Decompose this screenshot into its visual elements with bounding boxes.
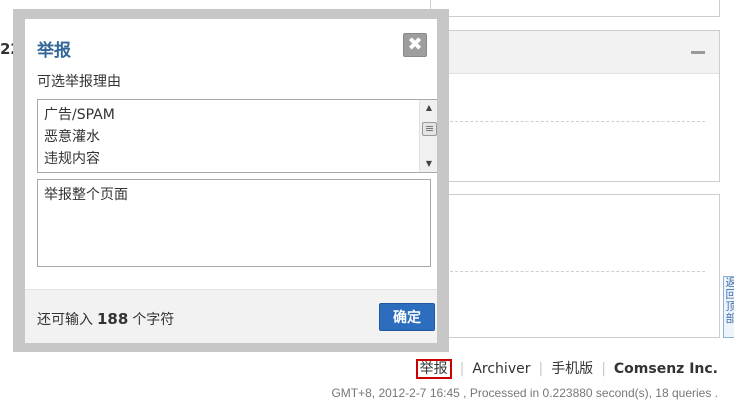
top-panel-edge [430,0,720,17]
reason-subtitle: 可选举报理由 [37,74,121,90]
separator: | [601,361,606,377]
remaining-chars: 还可输入 188 个字符 [37,309,174,329]
scroll-up-arrow-icon[interactable]: ▲ [420,100,437,116]
footer-mobile-link[interactable]: 手机版 [551,361,593,377]
listbox-scrollbar[interactable]: ▲ ▼ [419,100,437,172]
separator: | [459,361,465,377]
divider [445,271,705,272]
remaining-prefix: 还可输入 [37,312,93,328]
report-dialog: 举报 ✖ 可选举报理由 广告/SPAM 恶意灌水 违规内容 ▲ ▼ 举报整个页面… [25,19,437,343]
sidebar-panel [430,30,720,182]
reason-option[interactable]: 恶意灌水 [44,126,100,146]
remaining-suffix: 个字符 [132,312,175,328]
dialog-title: 举报 [37,41,71,61]
footer-links: 举报 | Archiver | 手机版 | Comsenz Inc. [415,358,718,379]
footer-report-link[interactable]: 举报 [415,359,452,379]
footer-meta: GMT+8, 2012-2-7 16:45 , Processed in 0.2… [331,386,718,400]
reason-option[interactable]: 违规内容 [44,148,100,168]
sidebar-panel-2 [430,194,720,338]
scroll-down-arrow-icon[interactable]: ▼ [420,156,437,172]
report-textarea[interactable]: 举报整个页面 [37,179,431,267]
report-dialog-frame: 举报 ✖ 可选举报理由 广告/SPAM 恶意灌水 违规内容 ▲ ▼ 举报整个页面… [13,9,449,352]
scrollbar-thumb[interactable] [422,122,437,136]
separator: | [538,361,544,377]
dialog-footer: 还可输入 188 个字符 确定 [25,289,437,343]
back-to-top-tab[interactable]: 返回顶部 [723,276,734,338]
reason-option[interactable]: 广告/SPAM [44,104,115,124]
footer-archiver-link[interactable]: Archiver [472,361,530,377]
footer-brand-link[interactable]: Comsenz Inc. [614,361,718,377]
reason-listbox[interactable]: 广告/SPAM 恶意灌水 违规内容 ▲ ▼ [37,99,437,173]
close-icon[interactable]: ✖ [403,33,427,57]
collapse-icon[interactable] [691,51,705,54]
sidebar-panel-header [431,31,719,74]
remaining-count: 188 [97,310,129,328]
confirm-button[interactable]: 确定 [379,303,435,331]
divider [445,121,705,122]
